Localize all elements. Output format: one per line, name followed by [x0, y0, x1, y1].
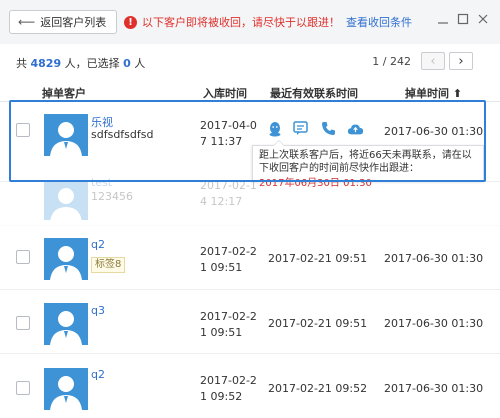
- stats-prefix: 共: [16, 57, 27, 70]
- next-page-button[interactable]: ›: [449, 52, 473, 70]
- entry-time: 2017-02-1 4 12:17: [200, 179, 257, 208]
- back-button-label: 返回客户列表: [40, 16, 107, 29]
- chat-icon[interactable]: [293, 120, 310, 137]
- view-recall-conditions-link[interactable]: 查看收回条件: [346, 14, 412, 30]
- customer-tag: 标签8: [91, 257, 126, 273]
- row-checkbox[interactable]: [16, 123, 30, 137]
- back-to-list-button[interactable]: ⟵ 返回客户列表: [9, 10, 118, 34]
- last-contact-time: 2017-02-21 09:51: [268, 252, 368, 265]
- row-checkbox[interactable]: [16, 250, 30, 264]
- customer-name[interactable]: q2: [91, 368, 105, 381]
- total-count: 4829: [30, 57, 62, 70]
- page-indicator: 1 / 242: [372, 54, 411, 68]
- drop-time: 2017-06-30 01:30: [384, 317, 484, 330]
- arrow-left-icon: ⟵: [18, 15, 36, 29]
- top-bar: ⟵ 返回客户列表 ! 以下客户即将被收回，请尽快于以跟进！ 查看收回条件: [0, 0, 500, 44]
- alert-icon: !: [124, 15, 137, 29]
- column-header-drop-time[interactable]: 掉单时间 ⬆: [405, 85, 462, 101]
- chevron-left-icon: ‹: [430, 53, 436, 69]
- table-header: 掉单客户 入库时间 最近有效联系时间 掉单时间 ⬆: [0, 80, 500, 102]
- prev-page-button[interactable]: ‹: [421, 52, 445, 70]
- selected-count: 0: [123, 57, 131, 70]
- tooltip-recall-date: 2017年06月30日 01:30: [259, 178, 372, 189]
- table-row[interactable]: q2 标签8 2017-02-2 1 09:51 2017-02-21 09:5…: [0, 226, 500, 290]
- avatar: [44, 180, 88, 220]
- chevron-right-icon: ›: [458, 53, 464, 69]
- table-row[interactable]: q3 2017-02-2 1 09:51 2017-02-21 09:51 20…: [0, 290, 500, 354]
- pagination: 1 / 242 ‹ ›: [372, 52, 473, 70]
- table-row[interactable]: q2 2017-02-2 1 09:52 2017-02-21 09:52 20…: [0, 354, 500, 418]
- entry-time: 2017-02-2 1 09:51: [200, 245, 257, 274]
- drop-time: 2017-06-30 01:30: [384, 125, 484, 138]
- row-actions: [266, 120, 374, 137]
- recall-tooltip: 距上次联系客户后，将近66天未再联系，请在以下收回客户的时间前尽快作出跟进： 2…: [252, 140, 484, 189]
- column-header-entry-time: 入库时间: [203, 87, 247, 100]
- stats-unit-selected: 人，已选择: [64, 57, 120, 70]
- recall-warning: ! 以下客户即将被收回，请尽快于以跟进！ 查看收回条件: [124, 14, 412, 30]
- phone-icon[interactable]: [320, 120, 337, 137]
- entry-time: 2017-02-2 1 09:52: [200, 374, 257, 403]
- drop-time: 2017-06-30 01:30: [384, 252, 484, 265]
- column-header-last-contact: 最近有效联系时间: [270, 87, 358, 100]
- customer-count-summary: 共 4829 人，已选择 0 人: [16, 55, 145, 71]
- entry-time: 2017-02-2 1 09:51: [200, 310, 257, 339]
- customer-name[interactable]: test: [91, 176, 112, 189]
- avatar: [44, 238, 88, 280]
- minimize-icon[interactable]: [436, 12, 450, 26]
- close-icon[interactable]: [476, 12, 490, 26]
- entry-time: 2017-04-0 7 11:37: [200, 119, 257, 148]
- drop-time: 2017-06-30 01:30: [384, 382, 484, 395]
- maximize-icon[interactable]: [456, 12, 470, 26]
- last-contact-time: 2017-02-21 09:52: [268, 382, 368, 395]
- customer-phone: sdfsdfsdfsd: [91, 128, 154, 141]
- avatar: [44, 303, 88, 345]
- tooltip-text: 距上次联系客户后，将近66天未再联系，请在以下收回客户的时间前尽快作出跟进：: [259, 150, 472, 174]
- stats-unit: 人: [134, 57, 146, 70]
- avatar: [44, 114, 88, 156]
- customer-phone: 123456: [91, 190, 133, 203]
- last-contact-time: 2017-02-21 09:51: [268, 317, 368, 330]
- avatar: [44, 368, 88, 410]
- warning-text: 以下客户即将被收回，请尽快于以跟进！: [142, 16, 340, 29]
- customer-name[interactable]: q2: [91, 238, 105, 251]
- qq-icon[interactable]: [266, 120, 283, 137]
- cloud-icon[interactable]: [347, 120, 364, 137]
- column-header-customer: 掉单客户: [42, 87, 86, 100]
- customer-name[interactable]: q3: [91, 304, 105, 317]
- row-checkbox[interactable]: [16, 316, 30, 330]
- row-checkbox[interactable]: [16, 381, 30, 395]
